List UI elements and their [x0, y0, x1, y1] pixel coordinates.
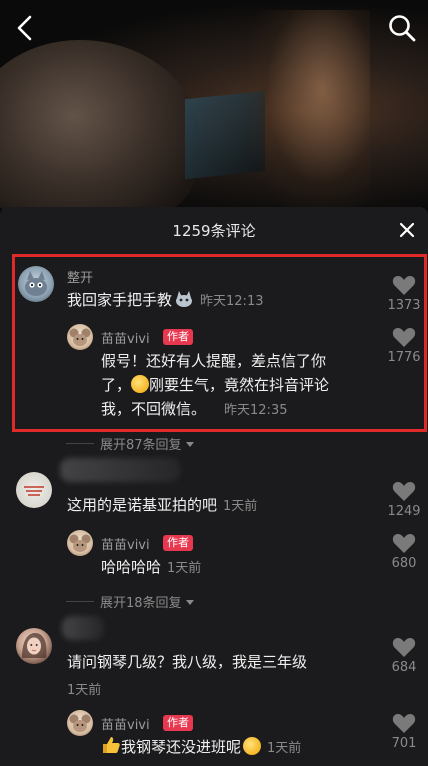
heart-icon: [392, 276, 416, 295]
video-person-figure: [0, 40, 200, 215]
reply-text-fragment: 刚要生气，竟然在抖音评论: [149, 376, 330, 394]
reply-time: 1天前: [167, 561, 202, 576]
like-button[interactable]: 1373: [384, 274, 424, 313]
comment-time: 1天前: [67, 683, 102, 698]
comment-text: 这用的是诺基亚拍的吧 1天前: [67, 493, 257, 519]
comment-count-title: 1259条评论: [172, 221, 256, 240]
avatar[interactable]: [67, 324, 93, 350]
reply-text-line: 了， 刚要生气，竟然在抖音评论: [101, 373, 391, 397]
divider-line: [66, 443, 94, 444]
like-button[interactable]: 1776: [384, 326, 424, 365]
divider-line: [66, 601, 94, 602]
back-button[interactable]: [10, 12, 42, 44]
sleepy-emoji-icon: [131, 375, 150, 393]
reply-username[interactable]: 苗苗vivi: [101, 328, 150, 347]
author-badge: 作者: [163, 329, 193, 345]
reply-text-fragment: 我，不回微信。: [101, 400, 207, 418]
avatar[interactable]: [67, 710, 93, 736]
reply-body: 我钢琴还没进班呢: [121, 738, 242, 756]
caret-down-icon: [185, 441, 194, 447]
comment-text: 我回家手把手教 昨天12:13: [67, 288, 263, 314]
reply-text: 哈哈哈哈 1天前: [101, 555, 201, 581]
blurred-username: [62, 616, 104, 640]
reply-body: 哈哈哈哈: [101, 558, 162, 576]
author-badge: 作者: [163, 535, 193, 551]
avatar[interactable]: [16, 472, 52, 508]
laughing-emoji-icon: [243, 737, 262, 755]
like-count: 1373: [387, 298, 421, 313]
stamp-avatar-icon: [24, 486, 44, 496]
reply-text: 我钢琴还没进班呢 1天前: [101, 735, 301, 761]
reply-username[interactable]: 苗苗vivi: [101, 534, 150, 553]
cat-avatar-icon: [25, 271, 47, 296]
heart-icon: [392, 534, 416, 553]
comment-body: 请问钢琴几级？我八级，我是三年级: [67, 653, 308, 671]
close-button[interactable]: [396, 219, 418, 241]
reply-text-fragment: 了，: [101, 376, 132, 394]
expand-replies-button[interactable]: 展开87条回复: [66, 434, 196, 453]
avatar[interactable]: [67, 530, 93, 556]
chevron-left-icon: [17, 15, 32, 41]
comment-time: 昨天12:13: [200, 294, 264, 309]
video-light: [250, 10, 370, 210]
like-count: 684: [391, 660, 417, 675]
like-button[interactable]: 680: [384, 532, 424, 571]
thumbs-up-emoji-icon: [103, 737, 120, 753]
mouse-avatar-icon: [69, 534, 91, 552]
heart-icon: [392, 714, 416, 733]
search-button[interactable]: [386, 12, 418, 44]
reply-time: 昨天12:35: [224, 403, 288, 418]
like-button[interactable]: 701: [384, 712, 424, 751]
comment-time: 1天前: [223, 499, 258, 514]
blurred-username: [60, 458, 180, 482]
comment-body: 我回家手把手教: [67, 291, 173, 309]
like-count: 1776: [387, 350, 421, 365]
like-count: 701: [391, 736, 417, 751]
heart-icon: [392, 482, 416, 501]
like-count: 680: [391, 556, 417, 571]
avatar[interactable]: [18, 266, 54, 302]
portrait-avatar-icon: [22, 633, 47, 658]
comment-text: 请问钢琴几级？我八级，我是三年级: [67, 650, 307, 674]
reply-time: 1天前: [267, 741, 302, 756]
heart-icon: [392, 638, 416, 657]
heart-icon: [392, 328, 416, 347]
caret-down-icon: [185, 599, 194, 605]
like-count: 1249: [387, 504, 421, 519]
cat-emoji-icon: [176, 291, 193, 307]
expand-replies-button[interactable]: 展开18条回复: [66, 592, 196, 611]
reply-text-line: 假号！还好有人提醒，差点信了你: [101, 352, 327, 370]
mouse-avatar-icon: [69, 714, 91, 732]
author-badge: 作者: [163, 715, 193, 731]
comment-panel-header: 1259条评论: [0, 207, 428, 253]
expand-replies-label: 展开87条回复: [100, 438, 182, 453]
mouse-avatar-icon: [69, 328, 91, 346]
like-button[interactable]: 1249: [384, 480, 424, 519]
comment-username[interactable]: 整开: [67, 267, 93, 286]
reply-text-line: 我，不回微信。 昨天12:35: [101, 397, 391, 423]
video-background[interactable]: [0, 0, 428, 215]
expand-replies-label: 展开18条回复: [100, 596, 182, 611]
reply-username[interactable]: 苗苗vivi: [101, 714, 150, 733]
comment-body: 这用的是诺基亚拍的吧: [67, 496, 218, 514]
like-button[interactable]: 684: [384, 636, 424, 675]
reply-text: 假号！还好有人提醒，差点信了你 了， 刚要生气，竟然在抖音评论 我，不回微信。 昨天…: [101, 349, 391, 423]
close-icon: [399, 222, 415, 238]
avatar[interactable]: [16, 628, 52, 664]
search-icon: [389, 15, 416, 42]
